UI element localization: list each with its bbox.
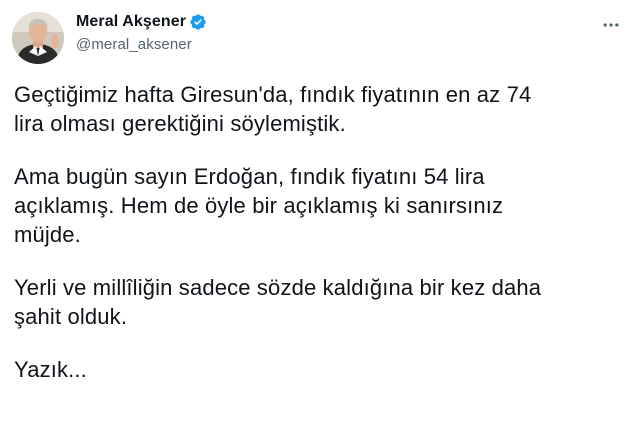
tweet-paragraph: Yerli ve millîliğin sadece sözde kaldığı… xyxy=(14,273,626,331)
avatar[interactable] xyxy=(12,12,64,64)
tweet-line: Yazık... xyxy=(14,357,87,382)
tweet-line: şahit olduk. xyxy=(14,304,128,329)
tweet-paragraph: Yazık... xyxy=(14,355,626,384)
tweet-line: Yerli ve millîliğin sadece sözde kaldığı… xyxy=(14,275,542,300)
tweet-line: lira olması gerektiğini söylemiştik. xyxy=(14,111,346,136)
tweet-paragraph: Geçtiğimiz hafta Giresun'da, fındık fiya… xyxy=(14,80,626,138)
tweet-author: Meral Akşener @meral_aksener xyxy=(76,11,207,53)
tweet-card: Meral Akşener @meral_aksener Geçtiğimiz … xyxy=(0,0,640,426)
tweet-text: Geçtiğimiz hafta Giresun'da, fındık fiya… xyxy=(14,80,626,408)
author-display-name[interactable]: Meral Akşener xyxy=(76,13,186,31)
tweet-paragraph: Ama bugün sayın Erdoğan, fındık fiyatını… xyxy=(14,162,626,249)
tweet-line: açıklamış. Hem de öyle bir açıklamış ki … xyxy=(14,193,504,218)
author-handle[interactable]: @meral_aksener xyxy=(76,36,207,53)
tweet-line: Ama bugün sayın Erdoğan, fındık fiyatını… xyxy=(14,164,485,189)
tweet-line: müjde. xyxy=(14,222,81,247)
verified-badge-icon xyxy=(189,13,207,31)
more-horizontal-icon xyxy=(603,23,619,27)
avatar-image xyxy=(12,12,64,64)
tweet-line: Geçtiğimiz hafta Giresun'da, fındık fiya… xyxy=(14,82,532,107)
more-options-button[interactable] xyxy=(596,10,626,40)
author-name-row: Meral Akşener xyxy=(76,11,207,33)
